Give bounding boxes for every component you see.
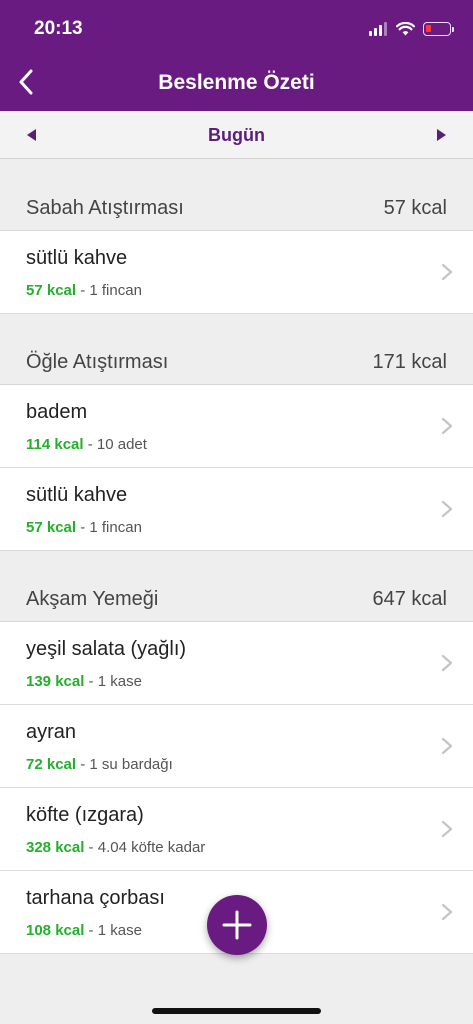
date-navigator: Bugün [0,111,473,159]
page-title: Beslenme Özeti [158,71,315,94]
section-header: Sabah Atıştırması 57 kcal [0,160,473,231]
section-title: Akşam Yemeği [26,588,159,610]
food-name: sütlü kahve [26,247,128,269]
triangle-right-icon[interactable] [435,127,449,143]
meal-section-aksam: Akşam Yemeği 647 kcal yeşil salata (yağl… [0,551,473,954]
food-item[interactable]: sütlü kahve 57 kcal - 1 fincan [0,468,473,551]
food-kcal: 57 kcal [26,519,77,536]
add-food-button[interactable] [207,895,267,955]
food-detail: 108 kcal - 1 kase [26,922,142,939]
status-time: 20:13 [34,18,83,39]
food-kcal: 328 kcal [26,839,85,856]
chevron-right-icon [441,737,453,755]
food-item[interactable]: sütlü kahve 57 kcal - 1 fincan [0,231,473,314]
food-name: badem [26,401,88,423]
food-portion: - 1 fincan [76,519,142,536]
chevron-right-icon [441,903,453,921]
chevron-right-icon [441,500,453,518]
battery-icon [423,22,454,36]
food-item[interactable]: köfte (ızgara) 328 kcal - 4.04 köfte kad… [0,788,473,871]
home-indicator[interactable] [152,1008,321,1014]
section-total-kcal: 171 kcal [372,351,448,373]
food-item[interactable]: badem 114 kcal - 10 adet [0,385,473,468]
food-detail: 139 kcal - 1 kase [26,673,142,690]
food-name: tarhana çorbası [26,887,165,909]
section-total-kcal: 647 kcal [372,588,448,610]
food-portion: - 10 adet [83,436,147,453]
meal-list: Sabah Atıştırması 57 kcal sütlü kahve 57… [0,160,473,954]
food-portion: - 1 fincan [76,282,142,299]
food-kcal: 57 kcal [26,282,77,299]
food-name: köfte (ızgara) [26,804,144,826]
food-item[interactable]: ayran 72 kcal - 1 su bardağı [0,705,473,788]
food-portion: - 4.04 köfte kadar [84,839,206,856]
food-kcal: 114 kcal [26,436,84,453]
meal-section-ogle: Öğle Atıştırması 171 kcal badem 114 kcal… [0,314,473,551]
food-name: sütlü kahve [26,484,128,506]
food-detail: 72 kcal - 1 su bardağı [26,756,173,773]
food-portion: - 1 kase [84,673,142,690]
food-portion: - 1 su bardağı [76,756,173,773]
food-portion: - 1 kase [84,922,142,939]
chevron-right-icon [441,417,453,435]
food-name: yeşil salata (yağlı) [26,638,187,660]
chevron-right-icon [441,654,453,672]
wifi-icon [396,22,415,36]
food-name: ayran [26,721,77,743]
food-item[interactable]: yeşil salata (yağlı) 139 kcal - 1 kase [0,622,473,705]
food-detail: 57 kcal - 1 fincan [26,519,142,536]
section-title: Sabah Atıştırması [26,197,184,219]
meal-section-sabah: Sabah Atıştırması 57 kcal sütlü kahve 57… [0,160,473,314]
chevron-right-icon [441,820,453,838]
app-header: 20:13 Beslenme Özeti [0,0,473,111]
cellular-signal-icon [369,22,387,36]
food-kcal: 72 kcal [26,756,77,773]
food-kcal: 139 kcal [26,673,85,690]
food-detail: 114 kcal - 10 adet [26,436,147,453]
plus-icon [222,910,252,940]
section-header: Öğle Atıştırması 171 kcal [0,314,473,385]
status-icons [369,19,454,39]
section-title: Öğle Atıştırması [26,351,169,373]
food-detail: 57 kcal - 1 fincan [26,282,142,299]
food-kcal: 108 kcal [26,922,85,939]
food-detail: 328 kcal - 4.04 köfte kadar [26,839,205,856]
section-total-kcal: 57 kcal [383,197,447,219]
section-header: Akşam Yemeği 647 kcal [0,551,473,622]
date-label[interactable]: Bugün [0,125,473,146]
chevron-right-icon [441,263,453,281]
